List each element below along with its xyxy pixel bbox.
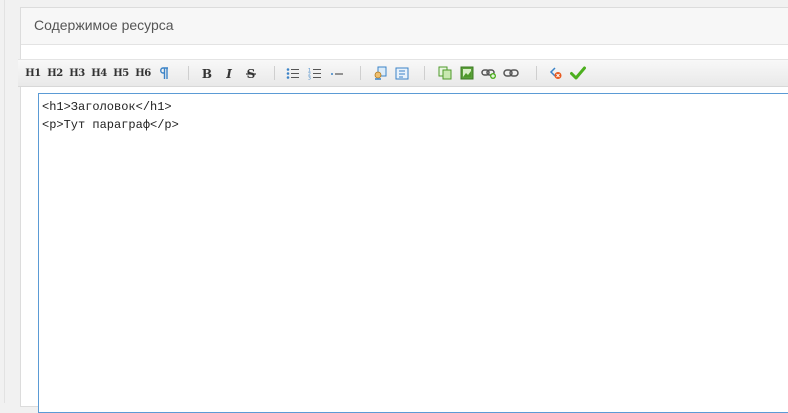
h5-button[interactable]: H5: [113, 65, 129, 81]
preview-button[interactable]: [394, 65, 410, 81]
unordered-list-icon: [286, 67, 299, 79]
typograph-button[interactable]: [372, 65, 388, 81]
h1-button[interactable]: H1: [25, 65, 41, 81]
svg-text:I: I: [225, 67, 232, 80]
horizontal-rule-icon: [331, 72, 343, 75]
bold-icon: B: [202, 67, 212, 80]
image-button[interactable]: [459, 65, 475, 81]
html-editor-textarea[interactable]: <h1>Заголовок</h1> <p>Тут параграф</p>: [38, 93, 788, 413]
paragraph-icon: [160, 66, 168, 79]
unordered-list-button[interactable]: [285, 65, 301, 81]
ordered-list-button[interactable]: 1 2 3: [307, 65, 323, 81]
bold-button[interactable]: B: [200, 65, 214, 81]
link-button[interactable]: [503, 65, 519, 81]
save-check-button[interactable]: [569, 65, 587, 81]
save-check-icon: [570, 66, 586, 80]
copy-button[interactable]: [437, 65, 453, 81]
left-divider: [4, 0, 5, 403]
svg-text:B: B: [202, 67, 212, 80]
italic-button[interactable]: I: [222, 65, 236, 81]
h4-button[interactable]: H4: [91, 65, 107, 81]
h3-button[interactable]: H3: [69, 65, 85, 81]
add-link-button[interactable]: [481, 65, 497, 81]
svg-text:3: 3: [308, 75, 311, 80]
image-icon: [460, 66, 474, 80]
h2-button[interactable]: H2: [47, 65, 63, 81]
undo-button[interactable]: [548, 65, 564, 81]
undo-icon: [549, 67, 562, 79]
panel-title: Содержимое ресурса: [34, 17, 174, 33]
strikethrough-button[interactable]: S: [244, 65, 258, 81]
preview-icon: [395, 67, 409, 79]
link-icon: [503, 69, 519, 77]
horizontal-rule-button[interactable]: [329, 65, 345, 81]
toolbar-separator: [274, 66, 275, 80]
editor-toolbar: H1 H2 H3 H4 H5 H6 B I S: [18, 59, 788, 87]
toolbar-separator: [360, 66, 361, 80]
editor-content[interactable]: <h1>Заголовок</h1> <p>Тут параграф</p>: [42, 98, 788, 134]
paragraph-button[interactable]: [157, 65, 171, 81]
add-link-icon: [481, 69, 496, 79]
toolbar-separator: [424, 66, 425, 80]
toolbar-separator: [188, 66, 189, 80]
typograph-icon: [374, 66, 387, 80]
copy-icon: [438, 66, 452, 80]
h6-button[interactable]: H6: [135, 65, 151, 81]
strikethrough-icon: S: [246, 67, 256, 80]
toolbar-separator: [536, 66, 537, 80]
page-background: Содержимое ресурса H1 H2 H3 H4 H5 H6 B I: [0, 0, 788, 413]
ordered-list-icon: 1 2 3: [308, 67, 321, 80]
italic-icon: I: [225, 67, 232, 80]
panel-header: Содержимое ресурса: [21, 8, 788, 45]
